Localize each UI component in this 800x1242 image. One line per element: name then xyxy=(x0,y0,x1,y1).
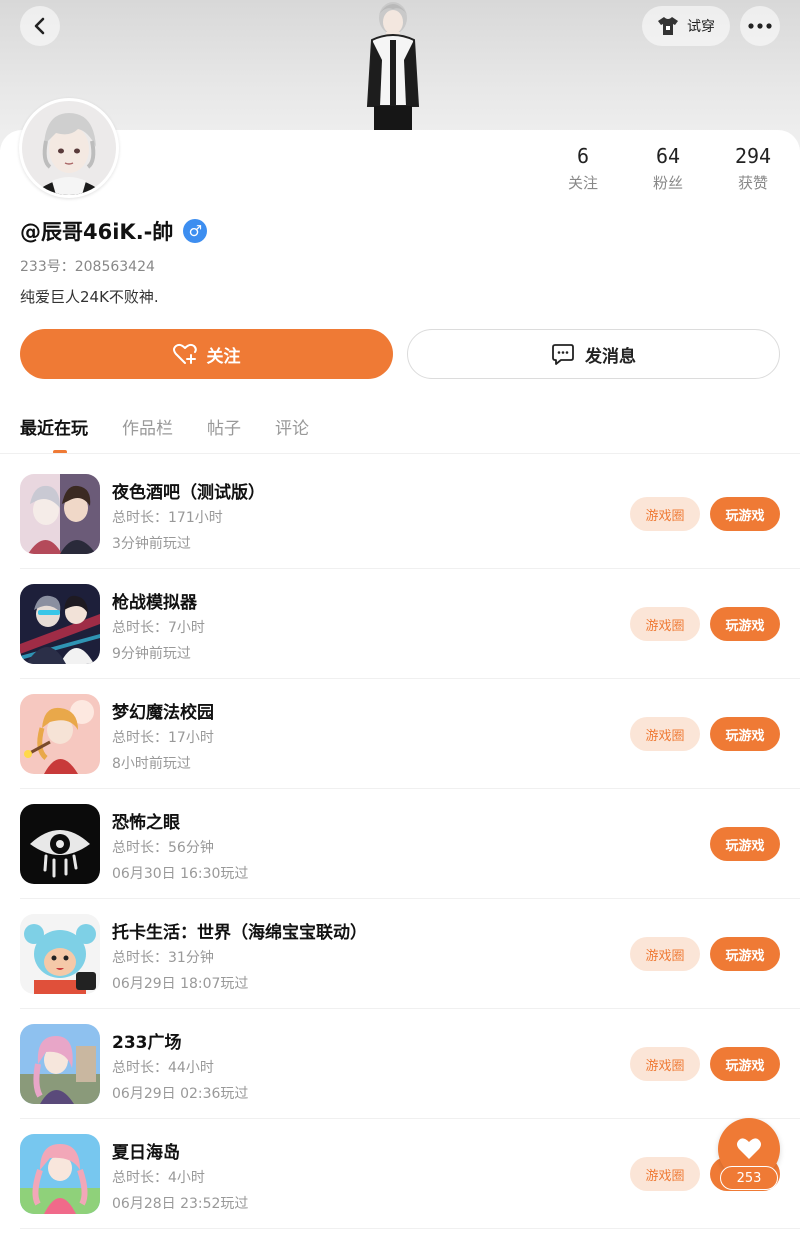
avatar-image xyxy=(22,101,116,195)
game-last-played: 9分钟前玩过 xyxy=(112,646,191,662)
following-count: 6 xyxy=(576,144,590,168)
stat-likes[interactable]: 294 获赞 xyxy=(713,144,793,193)
game-icon-toca-life-world[interactable] xyxy=(20,914,100,994)
game-icon-magic-school[interactable] xyxy=(20,694,100,774)
tab-comments[interactable]: 评论 xyxy=(275,414,309,454)
username-row: @辰哥46iK.-帥 ♂ xyxy=(20,216,208,246)
game-circle-button[interactable]: 游戏圈 xyxy=(630,1047,700,1081)
following-label: 关注 xyxy=(567,174,598,192)
tshirt-icon xyxy=(658,17,678,35)
game-title: 233广场 xyxy=(112,1033,182,1053)
male-gender-icon: ♂ xyxy=(183,219,208,243)
tab-works[interactable]: 作品栏 xyxy=(122,414,173,454)
send-message-label: 发消息 xyxy=(585,346,636,367)
game-row[interactable]: 梦幻魔法校园 总时长：17小时 8小时前玩过 游戏圈 玩游戏 xyxy=(0,679,800,789)
game-last-played: 06月30日 16:30玩过 xyxy=(112,866,249,882)
user-bio: 纯爱巨人24K不败神. xyxy=(20,288,159,306)
game-row[interactable]: 夏日海岛 总时长：4小时 06月28日 23:52玩过 游戏圈 xyxy=(0,1119,800,1229)
game-row[interactable]: 托卡生活：世界（海绵宝宝联动） 总时长：31分钟 06月29日 18:07玩过 … xyxy=(0,899,800,1009)
game-last-played: 06月29日 18:07玩过 xyxy=(112,976,249,992)
game-total-duration: 总时长：31分钟 xyxy=(112,950,214,966)
game-row[interactable]: 恐怖之眼 总时长：56分钟 06月30日 16:30玩过 玩游戏 xyxy=(0,789,800,899)
game-last-played: 06月28日 23:52玩过 xyxy=(112,1196,249,1212)
chat-bubble-icon xyxy=(552,344,574,365)
game-circle-button[interactable]: 游戏圈 xyxy=(630,497,700,531)
username: @辰哥46iK.-帥 xyxy=(20,220,174,244)
try-outfit-button[interactable]: 试穿 xyxy=(642,6,730,46)
game-circle-button[interactable]: 游戏圈 xyxy=(630,607,700,641)
avatar[interactable] xyxy=(19,98,119,198)
play-game-button[interactable]: 玩游戏 xyxy=(710,937,780,971)
stat-followers[interactable]: 64 粉丝 xyxy=(628,144,708,193)
game-title: 恐怖之眼 xyxy=(112,813,180,833)
more-dots-icon xyxy=(748,23,772,29)
game-title: 梦幻魔法校园 xyxy=(112,703,214,723)
profile-tabs: 最近在玩 作品栏 帖子 评论 xyxy=(20,414,309,454)
game-last-played: 8小时前玩过 xyxy=(112,756,191,772)
user-id[interactable]: 233号：208563424 xyxy=(20,256,155,276)
game-row[interactable]: 233广场 总时长：44小时 06月29日 02:36玩过 游戏圈 玩游戏 xyxy=(0,1009,800,1119)
game-total-duration: 总时长：44小时 xyxy=(112,1060,214,1076)
play-game-button[interactable]: 玩游戏 xyxy=(710,717,780,751)
play-game-button[interactable]: 玩游戏 xyxy=(710,497,780,531)
followers-label: 粉丝 xyxy=(652,174,683,192)
game-icon-gunfight-simulator[interactable] xyxy=(20,584,100,664)
follow-label: 关注 xyxy=(206,346,241,367)
character-figure-image xyxy=(366,2,420,132)
game-total-duration: 总时长：56分钟 xyxy=(112,840,214,856)
game-circle-button[interactable]: 游戏圈 xyxy=(630,1157,700,1191)
profile-banner: 试穿 xyxy=(0,0,800,150)
tab-recently-played[interactable]: 最近在玩 xyxy=(20,414,88,454)
game-title: 枪战模拟器 xyxy=(112,593,197,613)
heart-plus-icon xyxy=(172,343,197,364)
more-options-button[interactable] xyxy=(740,6,780,46)
stat-following[interactable]: 6 关注 xyxy=(543,144,623,193)
play-game-button[interactable]: 玩游戏 xyxy=(710,1047,780,1081)
tab-posts[interactable]: 帖子 xyxy=(207,414,241,454)
heart-icon xyxy=(737,1138,761,1159)
game-row[interactable]: 枪战模拟器 总时长：7小时 9分钟前玩过 游戏圈 玩游戏 xyxy=(0,569,800,679)
game-circle-button[interactable]: 游戏圈 xyxy=(630,937,700,971)
tabs-divider xyxy=(0,453,800,454)
send-message-button[interactable]: 发消息 xyxy=(407,329,780,379)
back-button[interactable] xyxy=(20,6,60,46)
game-icon-233-plaza[interactable] xyxy=(20,1024,100,1104)
game-title: 托卡生活：世界（海绵宝宝联动） xyxy=(112,923,367,943)
game-row[interactable]: 夜色酒吧（测试版） 总时长：171小时 3分钟前玩过 游戏圈 玩游戏 xyxy=(0,459,800,569)
game-total-duration: 总时长：7小时 xyxy=(112,620,205,636)
game-icon-eyes-horror[interactable] xyxy=(20,804,100,884)
game-title: 夏日海岛 xyxy=(112,1143,180,1163)
game-icon-night-bar[interactable] xyxy=(20,474,100,554)
game-total-duration: 总时长：4小时 xyxy=(112,1170,205,1186)
game-title: 夜色酒吧（测试版） xyxy=(112,483,265,503)
follow-button[interactable]: 关注 xyxy=(20,329,393,379)
chevron-left-icon xyxy=(34,17,45,35)
game-last-played: 06月29日 02:36玩过 xyxy=(112,1086,249,1102)
game-circle-button[interactable]: 游戏圈 xyxy=(630,717,700,751)
try-outfit-label: 试穿 xyxy=(687,19,715,35)
likes-label: 获赞 xyxy=(737,174,768,192)
game-total-duration: 总时长：17小时 xyxy=(112,730,214,746)
game-total-duration: 总时长：171小时 xyxy=(112,510,223,526)
like-count-badge: 253 xyxy=(720,1166,778,1190)
likes-count: 294 xyxy=(734,144,772,168)
row-divider xyxy=(20,1228,800,1229)
game-icon-summer-island[interactable] xyxy=(20,1134,100,1214)
game-last-played: 3分钟前玩过 xyxy=(112,536,191,552)
followers-count: 64 xyxy=(655,144,681,168)
play-game-button[interactable]: 玩游戏 xyxy=(710,827,780,861)
play-game-button[interactable]: 玩游戏 xyxy=(710,607,780,641)
